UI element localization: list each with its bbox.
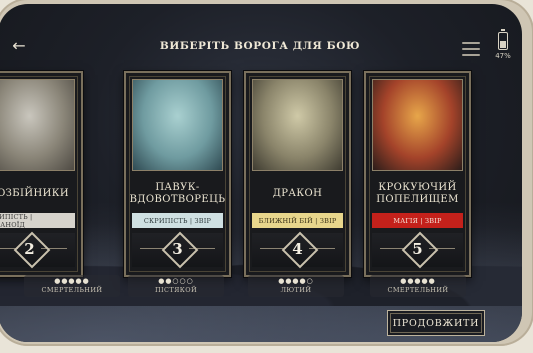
enemy-name: ПАВУК-ВДОВОТВОРЕЦЬ bbox=[129, 182, 226, 205]
difficulty-indicator: ●●●●○ ЛЮТИЙ bbox=[248, 275, 344, 297]
enemy-card-spider[interactable]: ПАВУК-ВДОВОТВОРЕЦЬ СКРИПІСТЬ | ЗВІР 3 bbox=[124, 71, 231, 277]
enemy-level: 4 bbox=[252, 231, 343, 269]
enemy-art bbox=[252, 79, 343, 171]
enemy-level: 3 bbox=[132, 231, 223, 269]
enemy-card-dragon[interactable]: ДРАКОН БЛИЖНІЙ БІЙ | ЗВІР 4 bbox=[244, 71, 351, 277]
enemy-tags: МАГІЯ | ЗВІР bbox=[372, 213, 463, 228]
hamburger-menu-icon[interactable] bbox=[462, 42, 480, 56]
difficulty-label: СМЕРТЕЛЬНИЙ bbox=[41, 286, 103, 294]
enemy-card-bandits[interactable]: РОЗБІЙНИКИ СКРИПІСТЬ | ГУМАНОЇД 2 bbox=[0, 71, 83, 277]
difficulty-dots: ●●●●○ bbox=[278, 277, 314, 285]
enemy-tags: СКРИПІСТЬ | ЗВІР bbox=[132, 213, 223, 228]
battery-icon bbox=[498, 29, 508, 50]
enemy-tags: БЛИЖНІЙ БІЙ | ЗВІР bbox=[252, 213, 343, 228]
level-number: 2 bbox=[24, 240, 35, 258]
difficulty-indicator: ●●●●● СМЕРТЕЛЬНИЙ bbox=[370, 275, 466, 297]
level-number: 4 bbox=[292, 240, 303, 258]
phone-frame: ← ВИБЕРІТЬ ВОРОГА ДЛЯ БОЮ 47% РОЗБІЙНИКИ… bbox=[0, 0, 533, 346]
enemy-level: 5 bbox=[372, 231, 463, 269]
battery-label: 47% bbox=[495, 52, 511, 60]
enemy-name: КРОКУЮЧИЙ ПОПЕЛИЩЕМ bbox=[376, 182, 459, 205]
difficulty-indicator: ●●○○○ ПІСТЯКОЙ bbox=[128, 275, 224, 297]
enemy-art bbox=[132, 79, 223, 171]
enemy-art bbox=[0, 79, 75, 171]
continue-button[interactable]: ПРОДОВЖИТИ bbox=[387, 310, 485, 336]
enemy-card-ashwalker[interactable]: КРОКУЮЧИЙ ПОПЕЛИЩЕМ МАГІЯ | ЗВІР 5 bbox=[364, 71, 471, 277]
enemy-level: 2 bbox=[0, 231, 75, 269]
difficulty-dots: ●●○○○ bbox=[158, 277, 194, 285]
enemy-tags: СКРИПІСТЬ | ГУМАНОЇД bbox=[0, 213, 75, 229]
level-number: 5 bbox=[412, 240, 423, 258]
difficulty-label: ПІСТЯКОЙ bbox=[154, 286, 198, 294]
page-title: ВИБЕРІТЬ ВОРОГА ДЛЯ БОЮ bbox=[159, 40, 361, 52]
game-screen: ← ВИБЕРІТЬ ВОРОГА ДЛЯ БОЮ 47% РОЗБІЙНИКИ… bbox=[0, 4, 522, 342]
enemy-name: РОЗБІЙНИКИ bbox=[0, 188, 70, 199]
difficulty-label: ЛЮТИЙ bbox=[280, 286, 312, 294]
battery-fill bbox=[500, 41, 506, 48]
level-number: 3 bbox=[172, 240, 183, 258]
difficulty-dots: ●●●●● bbox=[54, 277, 90, 285]
difficulty-label: СМЕРТЕЛЬНИЙ bbox=[387, 286, 449, 294]
difficulty-dots: ●●●●● bbox=[400, 277, 436, 285]
battery-indicator: 47% bbox=[490, 29, 516, 60]
difficulty-indicator: ●●●●● СМЕРТЕЛЬНИЙ bbox=[24, 275, 120, 297]
enemy-name: ДРАКОН bbox=[272, 188, 323, 199]
enemy-art bbox=[372, 79, 463, 171]
